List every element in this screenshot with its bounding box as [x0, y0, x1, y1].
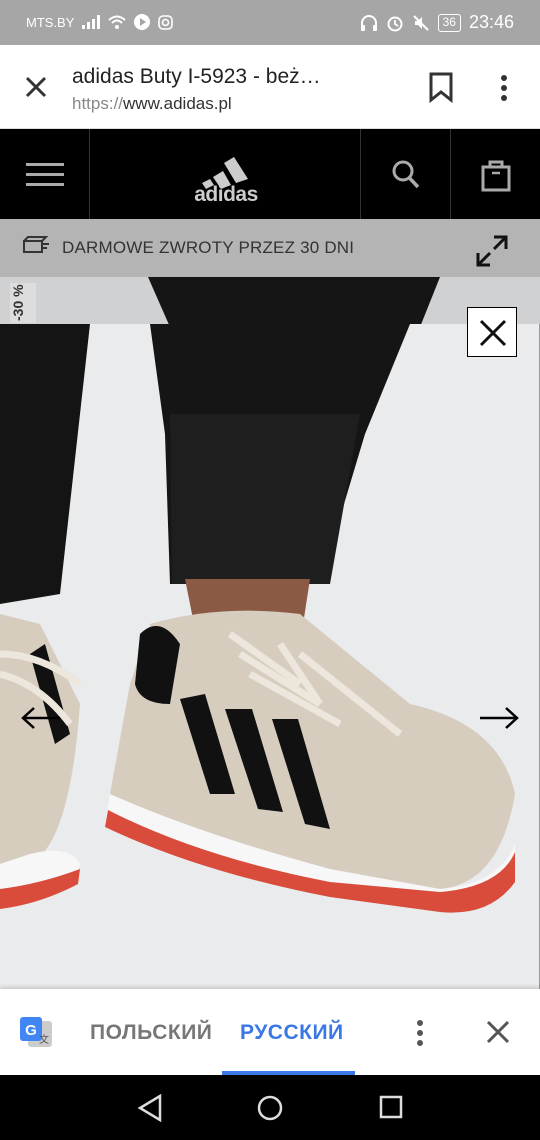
signal-icon: [82, 15, 101, 29]
headphones-icon: [360, 14, 377, 31]
svg-text:G: G: [25, 1022, 37, 1039]
discount-tag: -30 %: [10, 283, 36, 323]
menu-icon[interactable]: [26, 163, 64, 187]
google-translate-icon: G 文: [20, 1017, 52, 1047]
alarm-icon: [387, 16, 403, 31]
carrier-label: MTS.BY: [26, 14, 75, 30]
url-scheme: https://: [72, 94, 124, 113]
play-icon: [134, 14, 151, 30]
site-header: adidas: [0, 129, 540, 219]
search-icon[interactable]: [390, 158, 422, 192]
mute-icon: [412, 14, 429, 31]
adidas-logo[interactable]: adidas: [188, 147, 264, 206]
battery-indicator: 36: [437, 13, 461, 32]
back-icon[interactable]: [136, 1093, 164, 1123]
custom-tab-toolbar: adidas Buty I-5923 - beż… https://www.ad…: [0, 45, 540, 129]
wifi-icon: [108, 15, 127, 29]
url-host: www.adidas.pl: [123, 94, 232, 113]
target-language-tab[interactable]: РУССКИЙ: [240, 1021, 344, 1045]
source-language-tab[interactable]: ПОЛЬСКИЙ: [90, 1021, 212, 1045]
recent-apps-icon[interactable]: [378, 1094, 404, 1120]
close-gallery-button[interactable]: [467, 307, 517, 357]
product-image: [0, 324, 539, 989]
home-icon[interactable]: [256, 1093, 284, 1123]
more-menu-icon[interactable]: [494, 73, 514, 103]
svg-text:文: 文: [39, 1033, 49, 1046]
logo-wordmark: adidas: [194, 183, 258, 206]
clock: 23:46: [468, 12, 514, 32]
battery-level: 36: [442, 14, 456, 29]
previous-image-arrow-icon[interactable]: [20, 704, 62, 732]
close-translate-icon[interactable]: [484, 1018, 512, 1046]
product-image-gallery: [0, 324, 540, 989]
next-image-arrow-icon[interactable]: [478, 704, 520, 732]
promo-text: DARMOWE ZWROTY PRZEZ 30 DNI: [62, 238, 355, 257]
bookmark-icon[interactable]: [426, 71, 456, 103]
close-icon[interactable]: [20, 71, 52, 103]
page-title: adidas Buty I-5923 - beż…: [72, 65, 321, 88]
status-bar: MTS.BY 36 23:46: [0, 0, 540, 45]
page-url: https://www.adidas.pl: [72, 94, 232, 114]
translate-options-icon[interactable]: [410, 1018, 430, 1048]
return-box-icon: [23, 236, 49, 253]
close-icon: [479, 319, 507, 347]
shopping-bag-icon[interactable]: [480, 158, 512, 192]
expand-icon[interactable]: [474, 233, 510, 269]
promo-banner[interactable]: DARMOWE ZWROTY PRZEZ 30 DNI: [0, 219, 540, 277]
instagram-icon: [158, 14, 174, 30]
